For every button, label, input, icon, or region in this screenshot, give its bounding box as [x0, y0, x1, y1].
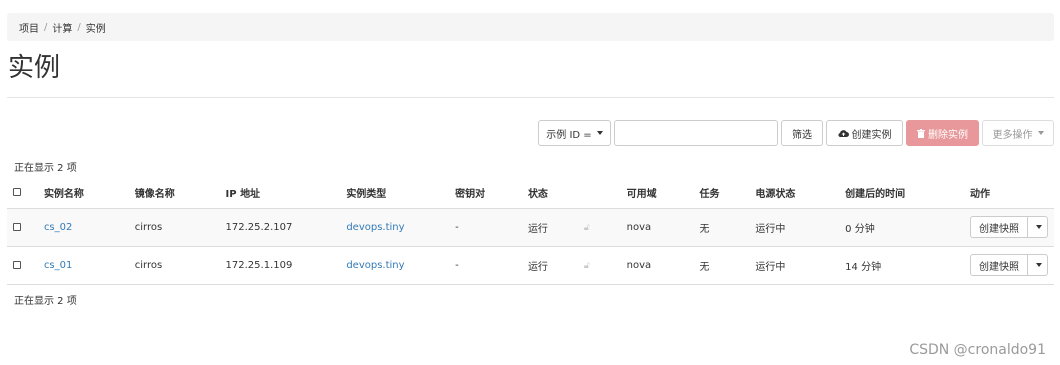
filter-button[interactable]: 筛选 [781, 120, 823, 146]
table-row: cs_02 cirros 172.25.2.107 devops.tiny - … [7, 208, 1054, 247]
unlock-icon: 🔓︎ [583, 260, 590, 271]
column-header-image[interactable]: 镜像名称 [128, 178, 220, 209]
filter-field-label: 示例 ID = [546, 129, 592, 141]
row-select-cell [7, 208, 38, 247]
row-actions-dropdown[interactable] [1028, 254, 1048, 276]
instance-name-cell: cs_02 [37, 208, 129, 247]
create-snapshot-button[interactable]: 创建快照 [970, 216, 1028, 238]
task-cell: 无 [693, 208, 750, 247]
more-actions-button[interactable]: 更多操作 [982, 120, 1054, 146]
trash-icon [917, 128, 925, 138]
create-instance-label: 创建实例 [851, 129, 892, 141]
age-cell: 14 分钟 [839, 246, 964, 285]
item-count-top: 正在显示 2 项 [14, 163, 77, 174]
select-all-header [7, 178, 38, 209]
status-cell: 运行 [521, 246, 578, 285]
ip-address-cell: 172.25.1.109 [219, 246, 341, 285]
instance-name-cell: cs_01 [37, 246, 129, 285]
column-header-zone[interactable]: 可用域 [620, 178, 694, 209]
breadcrumb-item-instances: 实例 [85, 23, 106, 35]
select-all-checkbox[interactable] [13, 188, 21, 197]
row-actions: 创建快照 [970, 216, 1048, 238]
breadcrumb-item-compute[interactable]: 计算 [52, 20, 72, 35]
breadcrumb-separator: / [77, 21, 81, 33]
caret-down-icon [1035, 263, 1042, 267]
flavor-cell: devops.tiny [340, 208, 450, 247]
actions-cell: 创建快照 [964, 246, 1054, 285]
toolbar: 示例 ID = 筛选 创建实例 删除实例 更多操作 [0, 120, 1060, 146]
column-header-task[interactable]: 任务 [693, 178, 750, 209]
image-name-cell: cirros [128, 246, 220, 285]
delete-instances-label: 删除实例 [928, 129, 968, 141]
more-actions-label: 更多操作 [992, 129, 1033, 141]
row-checkbox[interactable] [13, 260, 21, 269]
instance-name-link[interactable]: cs_02 [44, 222, 72, 233]
cloud-upload-icon [837, 129, 849, 137]
column-header-lock [577, 178, 621, 209]
row-actions-dropdown[interactable] [1028, 216, 1048, 238]
column-header-status[interactable]: 状态 [521, 178, 578, 209]
column-header-name[interactable]: 实例名称 [37, 178, 129, 209]
delete-instances-button[interactable]: 删除实例 [906, 120, 979, 146]
table-header-row: 实例名称 镜像名称 IP 地址 实例类型 密钥对 状态 可用域 任务 电源状态 … [7, 178, 1054, 209]
column-header-age[interactable]: 创建后的时间 [839, 178, 964, 209]
item-count-bottom: 正在显示 2 项 [14, 296, 77, 307]
zone-cell: nova [620, 246, 694, 285]
row-actions: 创建快照 [970, 254, 1048, 276]
breadcrumb-item-project[interactable]: 项目 [19, 20, 39, 35]
row-select-cell [7, 246, 38, 285]
column-header-power[interactable]: 电源状态 [749, 178, 840, 209]
page-title: 实例 [8, 53, 61, 83]
keypair-cell: - [449, 246, 522, 285]
actions-cell: 创建快照 [964, 208, 1054, 247]
create-instance-button[interactable]: 创建实例 [826, 120, 903, 146]
watermark: CSDN @cronaldo91 [909, 342, 1046, 358]
column-header-keypair[interactable]: 密钥对 [449, 178, 522, 209]
image-name-cell: cirros [128, 208, 220, 247]
keypair-cell: - [449, 208, 522, 247]
breadcrumb: 项目 / 计算 / 实例 [7, 13, 1054, 41]
ip-address-cell: 172.25.2.107 [219, 208, 341, 247]
filter-input[interactable] [614, 120, 778, 146]
caret-down-icon [1035, 225, 1042, 229]
power-state-cell: 运行中 [749, 208, 840, 247]
instance-name-link[interactable]: cs_01 [44, 260, 72, 271]
flavor-link[interactable]: devops.tiny [346, 222, 404, 233]
column-header-flavor[interactable]: 实例类型 [340, 178, 450, 209]
task-cell: 无 [693, 246, 750, 285]
filter-field-select[interactable]: 示例 ID = [538, 120, 611, 146]
lock-cell: 🔓︎ [577, 246, 621, 285]
column-header-ip[interactable]: IP 地址 [219, 178, 341, 209]
power-state-cell: 运行中 [749, 246, 840, 285]
table-row: cs_01 cirros 172.25.1.109 devops.tiny - … [7, 246, 1054, 285]
flavor-cell: devops.tiny [340, 246, 450, 285]
caret-down-icon [1037, 131, 1044, 135]
status-cell: 运行 [521, 208, 578, 247]
flavor-link[interactable]: devops.tiny [346, 260, 404, 271]
create-snapshot-button[interactable]: 创建快照 [970, 254, 1028, 276]
caret-down-icon [596, 131, 603, 135]
unlock-icon: 🔓︎ [583, 222, 590, 233]
column-header-actions: 动作 [964, 178, 1054, 209]
lock-cell: 🔓︎ [577, 208, 621, 247]
breadcrumb-separator: / [44, 21, 48, 33]
zone-cell: nova [620, 208, 694, 247]
filter-button-label: 筛选 [792, 129, 812, 141]
instances-table: 实例名称 镜像名称 IP 地址 实例类型 密钥对 状态 可用域 任务 电源状态 … [7, 178, 1054, 285]
row-checkbox[interactable] [13, 222, 21, 231]
age-cell: 0 分钟 [839, 208, 964, 247]
title-divider [7, 97, 1054, 98]
